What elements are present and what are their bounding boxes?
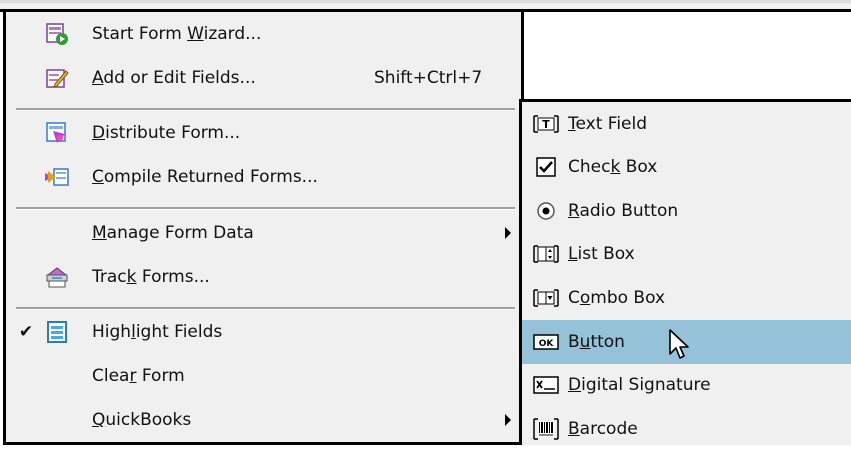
list-box-icon <box>532 243 560 265</box>
menu-item-label: Clear Form <box>92 366 185 386</box>
menu-item-add-or-edit-fields[interactable]: Add or Edit Fields... Shift+Ctrl+7 <box>6 56 521 100</box>
menu-item-highlight-fields[interactable]: ✔ Highlight Fields <box>6 310 521 354</box>
barcode-icon <box>532 418 560 440</box>
button-icon: OK <box>532 331 560 353</box>
highlight-fields-icon <box>44 319 70 345</box>
menu-item-label: Highlight Fields <box>92 322 223 342</box>
menu-item-track-forms[interactable]: Track Forms... <box>6 255 521 299</box>
forms-menu: Start Form Wizard... Add or Edit Fields.… <box>3 12 524 445</box>
compile-forms-icon <box>44 164 70 190</box>
edit-fields-icon <box>44 65 70 91</box>
check-box-icon <box>532 156 560 178</box>
distribute-form-icon <box>44 120 70 146</box>
radio-button-icon <box>532 200 560 222</box>
submenu-item-label: List Box <box>568 244 635 264</box>
combo-box-icon <box>532 287 560 309</box>
button-icon-text: OK <box>539 339 555 349</box>
menu-item-label: Distribute Form... <box>92 123 241 143</box>
submenu-item-digital-signature[interactable]: Digital Signature <box>522 363 851 407</box>
window-top-edge <box>0 0 851 12</box>
submenu-item-label: Radio Button <box>568 201 679 221</box>
submenu-item-barcode[interactable]: Barcode <box>522 407 851 451</box>
menu-item-start-form-wizard[interactable]: Start Form Wizard... <box>6 12 521 56</box>
submenu-item-list-box[interactable]: List Box <box>522 232 851 276</box>
submenu-item-label: Combo Box <box>568 288 666 308</box>
menu-item-label: QuickBooks <box>92 410 192 430</box>
menu-item-compile-returned-forms[interactable]: Compile Returned Forms... <box>6 155 521 199</box>
menu-item-label: Add or Edit Fields... <box>92 68 256 88</box>
submenu-item-button[interactable]: OK Button <box>522 320 851 364</box>
menu-item-label: Compile Returned Forms... <box>92 167 318 187</box>
submenu-item-label: Digital Signature <box>568 375 711 395</box>
menu-item-distribute-form[interactable]: Distribute Form... <box>6 111 521 155</box>
submenu-item-label: Check Box <box>568 157 658 177</box>
submenu-arrow-icon <box>505 414 511 426</box>
submenu-item-radio-button[interactable]: Radio Button <box>522 189 851 233</box>
menu-item-label: Start Form Wizard... <box>92 24 262 44</box>
submenu-arrow-icon <box>505 227 511 239</box>
menu-separator <box>16 207 515 210</box>
menu-item-quickbooks[interactable]: QuickBooks <box>6 398 521 442</box>
submenu-item-label: Barcode <box>568 419 638 439</box>
track-forms-icon <box>44 264 70 290</box>
menu-item-manage-form-data[interactable]: Manage Form Data <box>6 211 521 255</box>
submenu-item-combo-box[interactable]: Combo Box <box>522 276 851 320</box>
submenu-item-text-field[interactable]: T Text Field <box>522 102 851 146</box>
menu-item-clear-form[interactable]: Clear Form <box>6 354 521 398</box>
add-field-submenu: T Text Field Check Box Radio Button List… <box>519 99 851 445</box>
submenu-item-check-box[interactable]: Check Box <box>522 145 851 189</box>
mouse-pointer-icon <box>668 328 694 367</box>
svg-text:T: T <box>542 118 550 131</box>
menu-item-label: Manage Form Data <box>92 223 254 243</box>
form-wizard-icon <box>44 21 70 47</box>
submenu-item-label: Text Field <box>568 114 648 134</box>
menu-item-shortcut: Shift+Ctrl+7 <box>374 68 483 88</box>
checkmark-icon: ✔ <box>18 322 34 342</box>
submenu-item-label: Button <box>568 332 625 352</box>
text-field-icon: T <box>532 113 560 135</box>
menu-item-label: Track Forms... <box>92 267 210 287</box>
digital-signature-icon <box>532 374 560 396</box>
